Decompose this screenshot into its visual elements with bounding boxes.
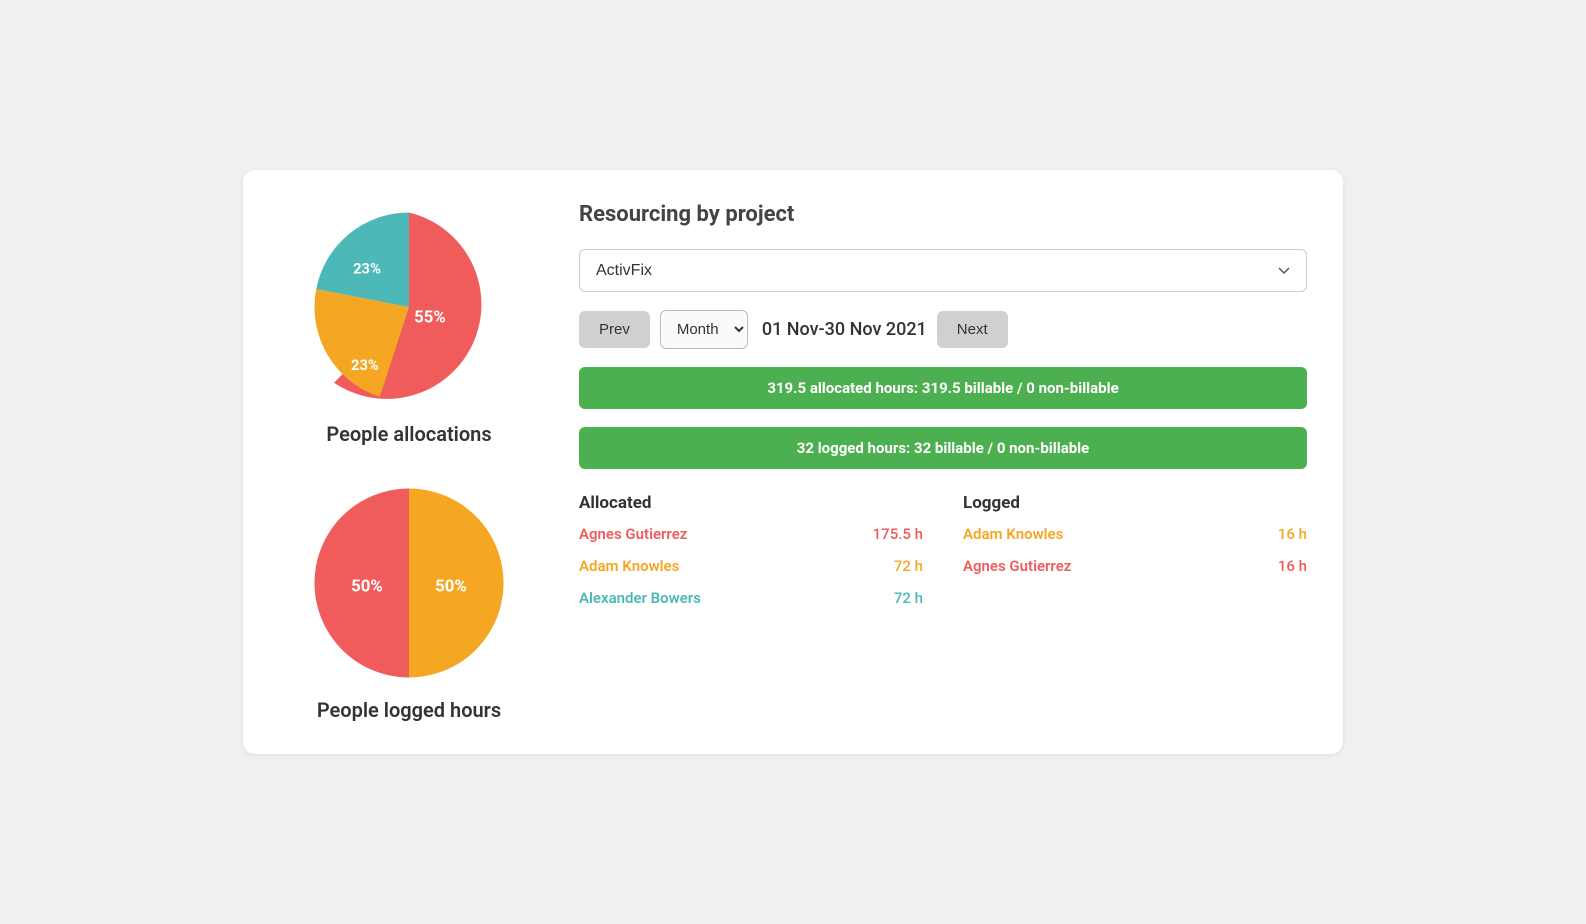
logged-slice-orange-label: 50%: [435, 576, 467, 596]
period-select[interactable]: Month Week Day: [660, 310, 748, 349]
logged-person-1-hours: 16 h: [1278, 525, 1307, 543]
list-item: Adam Knowles 72 h: [579, 557, 923, 575]
logged-chart-section: 50% 50% People logged hours: [304, 478, 514, 722]
list-item: Agnes Gutierrez 175.5 h: [579, 525, 923, 543]
main-card: 55% 23% 23% People allocations 50% 50% P…: [243, 170, 1343, 754]
allocated-header: Allocated: [579, 493, 923, 513]
logged-person-2-hours: 16 h: [1278, 557, 1307, 575]
navigation-row: Prev Month Week Day 01 Nov-30 Nov 2021 N…: [579, 310, 1307, 349]
allocated-hours-bar: 319.5 allocated hours: 319.5 billable / …: [579, 367, 1307, 409]
date-range: 01 Nov-30 Nov 2021: [762, 319, 927, 340]
list-item: Agnes Gutierrez 16 h: [963, 557, 1307, 575]
allocations-table: Allocated Agnes Gutierrez 175.5 h Adam K…: [579, 493, 1307, 621]
prev-button[interactable]: Prev: [579, 311, 650, 348]
left-panel: 55% 23% 23% People allocations 50% 50% P…: [279, 202, 539, 722]
allocated-person-2-hours: 72 h: [894, 557, 923, 575]
page-title: Resourcing by project: [579, 202, 1307, 227]
logged-hours-bar: 32 logged hours: 32 billable / 0 non-bil…: [579, 427, 1307, 469]
allocated-person-2-name: Adam Knowles: [579, 557, 679, 575]
allocated-person-1-hours: 175.5 h: [873, 525, 923, 543]
list-item: Adam Knowles 16 h: [963, 525, 1307, 543]
list-item: Alexander Bowers 72 h: [579, 589, 923, 607]
next-button[interactable]: Next: [937, 311, 1008, 348]
logged-person-2-name: Agnes Gutierrez: [963, 557, 1071, 575]
allocated-person-3-hours: 72 h: [894, 589, 923, 607]
allocations-chart-label: People allocations: [326, 422, 491, 446]
slice-teal-label: 23%: [353, 259, 381, 277]
logged-slice-red-label: 50%: [351, 576, 383, 596]
allocated-person-3-name: Alexander Bowers: [579, 589, 701, 607]
slice-orange-label: 23%: [351, 356, 379, 374]
logged-person-1-name: Adam Knowles: [963, 525, 1063, 543]
logged-column: Logged Adam Knowles 16 h Agnes Gutierrez…: [963, 493, 1307, 621]
allocated-column: Allocated Agnes Gutierrez 175.5 h Adam K…: [579, 493, 923, 621]
allocated-person-1-name: Agnes Gutierrez: [579, 525, 687, 543]
allocations-chart-section: 55% 23% 23% People allocations: [304, 202, 514, 446]
logged-chart-label: People logged hours: [317, 698, 501, 722]
allocations-pie: 55% 23% 23%: [304, 202, 514, 412]
logged-pie: 50% 50%: [304, 478, 514, 688]
logged-header: Logged: [963, 493, 1307, 513]
project-dropdown[interactable]: ActivFix: [579, 249, 1307, 292]
right-panel: Resourcing by project ActivFix Prev Mont…: [579, 202, 1307, 722]
slice-red-label: 55%: [414, 308, 446, 328]
